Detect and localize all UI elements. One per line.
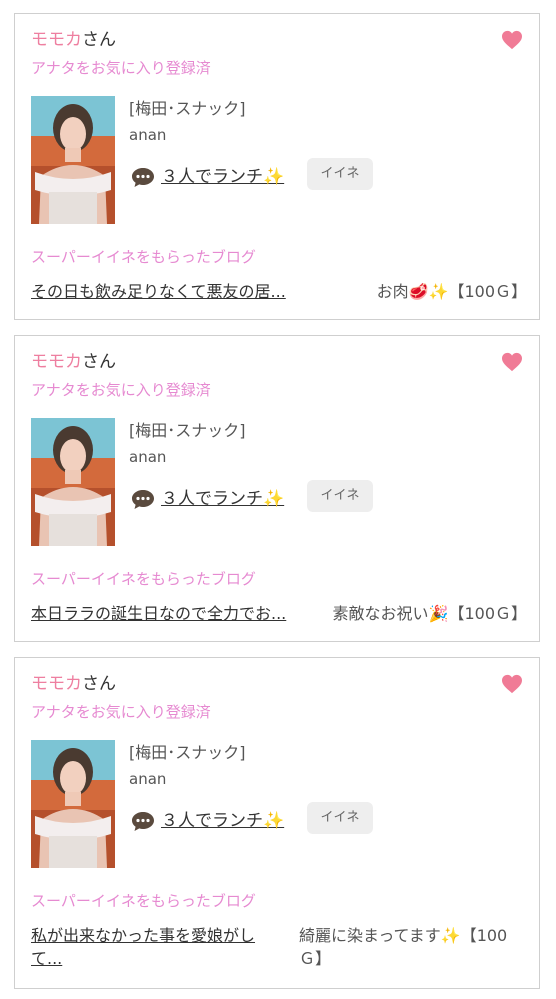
heart-icon[interactable]: [501, 30, 523, 50]
profile-photo[interactable]: [31, 96, 115, 224]
gift-price: 【100: [460, 926, 508, 945]
user-name-text[interactable]: モモカ: [31, 352, 82, 372]
gift-line: 綺麗に染まってます✨【100: [299, 924, 527, 947]
blog-title-link[interactable]: ３人でランチ✨: [161, 487, 284, 511]
shop-area: [梅田･スナック]: [129, 99, 246, 118]
chat-bubble-icon: [132, 168, 154, 187]
name-suffix: さん: [82, 674, 116, 694]
like-button[interactable]: イイネ: [307, 802, 373, 834]
gift-name: お肉: [376, 282, 409, 301]
user-name[interactable]: モモカさん: [31, 28, 116, 52]
section-heading: スーパーイイネをもらったブログ: [31, 570, 256, 588]
like-button[interactable]: イイネ: [307, 158, 373, 190]
shop-name: anan: [129, 126, 167, 144]
blog-card: モモカさん アナタをお気に入り登録済 [梅田･スナック] anan ３人でランチ…: [14, 13, 540, 320]
shop-area: [梅田･スナック]: [129, 743, 246, 762]
favorite-status: アナタをお気に入り登録済: [31, 59, 211, 77]
entry-title-link[interactable]: 私が出来なかった事を愛娘がし て...: [31, 924, 281, 970]
like-button[interactable]: イイネ: [307, 480, 373, 512]
entry-title-link[interactable]: その日も飲み足りなくて悪友の居...: [31, 280, 321, 303]
heart-icon[interactable]: [501, 352, 523, 372]
chat-bubble-icon: [132, 812, 154, 831]
gift-info: 綺麗に染まってます✨【100 Ｇ】: [299, 924, 527, 970]
gift-name: 綺麗に染まってます✨: [299, 926, 461, 945]
heart-icon[interactable]: [501, 674, 523, 694]
gift-name: 素敵なお祝い: [332, 604, 429, 623]
blog-card: モモカさん アナタをお気に入り登録済 [梅田･スナック] anan ３人でランチ…: [14, 657, 540, 989]
gift-info: お肉🥩✨【100Ｇ】: [377, 280, 527, 303]
chat-bubble-icon: [132, 490, 154, 509]
shop-name: anan: [129, 770, 167, 788]
name-suffix: さん: [82, 352, 116, 372]
name-suffix: さん: [82, 30, 116, 50]
section-heading: スーパーイイネをもらったブログ: [31, 248, 256, 266]
favorite-status: アナタをお気に入り登録済: [31, 381, 211, 399]
blog-title-link[interactable]: ３人でランチ✨: [161, 809, 284, 833]
section-heading: スーパーイイネをもらったブログ: [31, 892, 256, 910]
entry-title-link[interactable]: 本日ララの誕生日なので全力でお...: [31, 602, 305, 625]
gift-price: 【100Ｇ】: [448, 282, 527, 301]
gift-info: 素敵なお祝い🎉【100Ｇ】: [333, 602, 527, 625]
entry-title-line[interactable]: 私が出来なかった事を愛娘がし: [31, 924, 281, 947]
blog-card: モモカさん アナタをお気に入り登録済 [梅田･スナック] anan ３人でランチ…: [14, 335, 540, 642]
profile-photo[interactable]: [31, 418, 115, 546]
shop-area: [梅田･スナック]: [129, 421, 246, 440]
profile-photo[interactable]: [31, 740, 115, 868]
gift-price-line: Ｇ】: [299, 949, 332, 968]
user-name[interactable]: モモカさん: [31, 672, 116, 696]
user-name-text[interactable]: モモカ: [31, 674, 82, 694]
gift-price: 【100Ｇ】: [448, 604, 527, 623]
user-name-text[interactable]: モモカ: [31, 30, 82, 50]
shop-name: anan: [129, 448, 167, 466]
gift-emoji: 🎉: [428, 604, 449, 623]
entry-title-line[interactable]: て...: [31, 947, 281, 970]
gift-emoji: 🥩✨: [408, 282, 449, 301]
blog-title-link[interactable]: ３人でランチ✨: [161, 165, 284, 189]
user-name[interactable]: モモカさん: [31, 350, 116, 374]
favorite-status: アナタをお気に入り登録済: [31, 703, 211, 721]
